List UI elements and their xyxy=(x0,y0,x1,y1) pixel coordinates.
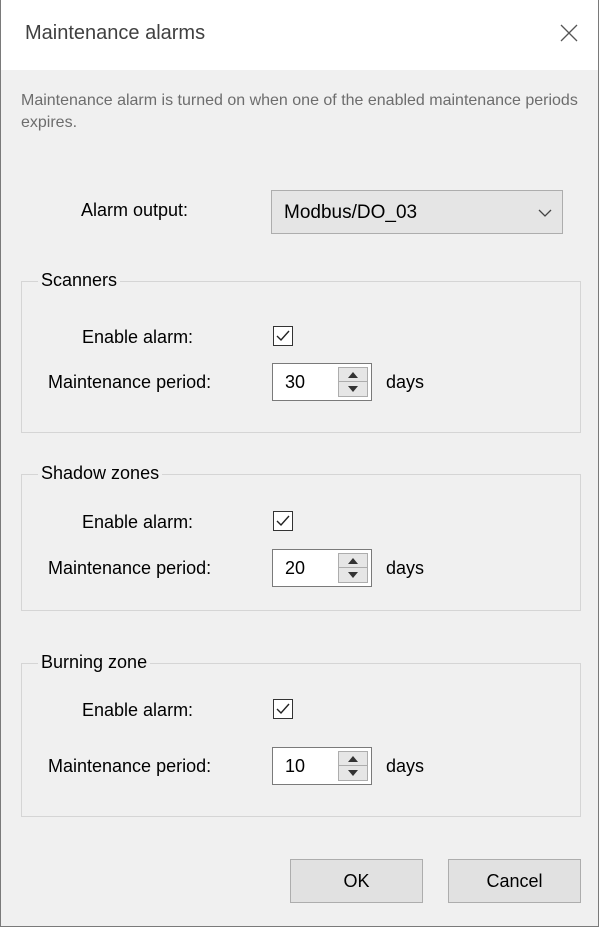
maintenance-period-label: Maintenance period: xyxy=(48,558,212,578)
triangle-up-icon xyxy=(348,371,358,378)
burning-zone-group: Burning zone Enable alarm: Maintenance p… xyxy=(21,652,581,817)
group-title: Shadow zones xyxy=(38,463,163,484)
group-title: Burning zone xyxy=(38,652,151,673)
triangle-up-icon xyxy=(348,557,358,564)
maintenance-period-value: 10 xyxy=(285,756,306,776)
spin-buttons xyxy=(338,553,368,583)
alarm-output-dropdown[interactable]: Modbus/DO_03 xyxy=(271,190,563,234)
ok-button[interactable]: OK xyxy=(290,859,423,903)
days-unit-label: days xyxy=(386,756,425,776)
spin-up-button[interactable] xyxy=(339,752,367,766)
spin-buttons xyxy=(338,367,368,397)
days-unit-label: days xyxy=(386,372,425,392)
enable-alarm-checkbox[interactable] xyxy=(273,699,293,719)
enable-alarm-label: Enable alarm: xyxy=(82,512,194,532)
maintenance-period-label: Maintenance period: xyxy=(48,372,212,392)
maintenance-period-spinbox[interactable]: 20 xyxy=(272,549,372,587)
maintenance-period-spinbox[interactable]: 30 xyxy=(272,363,372,401)
spin-down-button[interactable] xyxy=(339,382,367,396)
checkmark-icon xyxy=(276,703,290,715)
triangle-down-icon xyxy=(348,572,358,578)
checkmark-icon xyxy=(276,515,290,527)
enable-alarm-label: Enable alarm: xyxy=(82,327,194,347)
enable-alarm-label: Enable alarm: xyxy=(82,700,194,720)
cancel-button[interactable]: Cancel xyxy=(448,859,581,903)
enable-alarm-checkbox[interactable] xyxy=(273,511,293,531)
title-bar: Maintenance alarms xyxy=(1,0,598,70)
alarm-output-value: Modbus/DO_03 xyxy=(284,202,418,223)
enable-alarm-checkbox[interactable] xyxy=(273,326,293,346)
dialog-title: Maintenance alarms xyxy=(25,22,206,44)
shadow-zones-group: Shadow zones Enable alarm: Maintenance p… xyxy=(21,463,581,611)
checkmark-icon xyxy=(276,330,290,342)
close-icon xyxy=(560,24,578,47)
triangle-down-icon xyxy=(348,386,358,392)
description-text: Maintenance alarm is turned on when one … xyxy=(21,92,578,131)
chevron-down-icon xyxy=(538,205,552,223)
maintenance-period-spinbox[interactable]: 10 xyxy=(272,747,372,785)
triangle-up-icon xyxy=(348,755,358,762)
alarm-output-label: Alarm output: xyxy=(81,200,189,220)
scanners-group: Scanners Enable alarm: Maintenance perio… xyxy=(21,270,581,433)
maintenance-period-label: Maintenance period: xyxy=(48,756,212,776)
spin-down-button[interactable] xyxy=(339,568,367,582)
spin-buttons xyxy=(338,751,368,781)
group-title: Scanners xyxy=(38,270,121,291)
maintenance-period-value: 20 xyxy=(285,558,306,578)
spin-up-button[interactable] xyxy=(339,554,367,568)
spin-up-button[interactable] xyxy=(339,368,367,382)
triangle-down-icon xyxy=(348,770,358,776)
maintenance-period-value: 30 xyxy=(285,372,306,392)
days-unit-label: days xyxy=(386,558,425,578)
spin-down-button[interactable] xyxy=(339,766,367,780)
close-button[interactable] xyxy=(540,0,598,70)
maintenance-alarms-dialog: Maintenance alarms Maintenance alarm is … xyxy=(0,0,599,927)
